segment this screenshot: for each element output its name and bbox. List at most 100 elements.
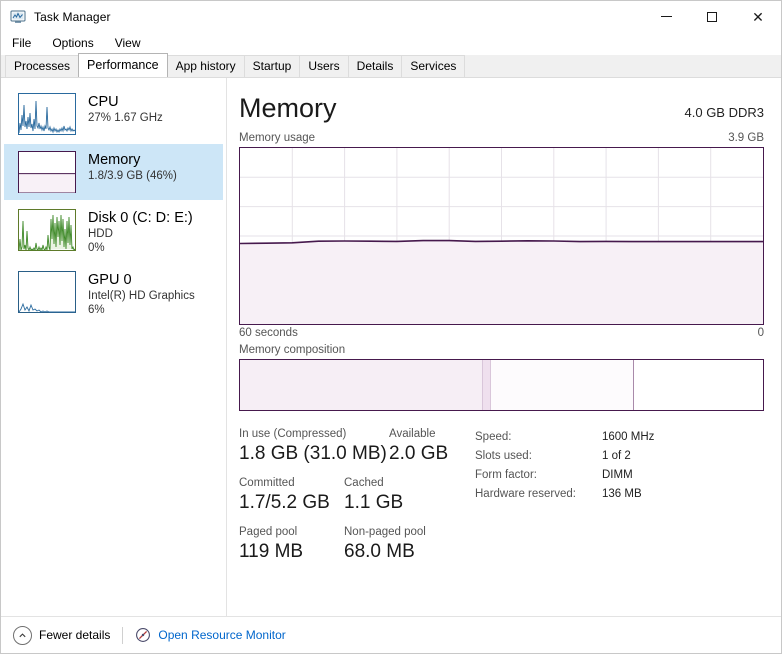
sidebar-item-memory[interactable]: Memory 1.8/3.9 GB (46%) xyxy=(4,144,223,200)
memory-header: Memory 4.0 GB DDR3 xyxy=(239,92,764,124)
stat-paged-pool: Paged pool 119 MB xyxy=(239,525,344,564)
sidebar-gpu-text: GPU 0 Intel(R) HD Graphics 6% xyxy=(88,271,195,317)
tab-startup[interactable]: Startup xyxy=(243,55,301,77)
sidebar-disk-text: Disk 0 (C: D: E:) HDD 0% xyxy=(88,209,193,255)
sidebar-cpu-sub: 27% 1.67 GHz xyxy=(88,112,163,124)
sidebar-disk-title: Disk 0 (C: D: E:) xyxy=(88,210,193,226)
maximize-button[interactable] xyxy=(689,1,735,32)
usage-caption-row: Memory usage 3.9 GB xyxy=(239,132,764,144)
menu-item-file[interactable]: File xyxy=(10,34,40,52)
sidebar-memory-text: Memory 1.8/3.9 GB (46%) xyxy=(88,151,177,183)
spec-hardware-reserved-value: 136 MB xyxy=(601,488,642,500)
close-button[interactable]: ✕ xyxy=(735,1,781,32)
axis-label-right: 0 xyxy=(757,327,764,339)
page-title: Memory xyxy=(239,93,337,123)
stat-cached: Cached 1.1 GB xyxy=(344,476,403,515)
cpu-thumbnail-graph xyxy=(18,93,76,135)
stat-row-in-use-available: In use (Compressed) 1.8 GB (31.0 MB) Ava… xyxy=(239,427,467,466)
fewer-details-button[interactable]: Fewer details xyxy=(13,625,111,645)
stat-row-committed-cached: Committed 1.7/5.2 GB Cached 1.1 GB xyxy=(239,476,467,515)
spec-speed-value: 1600 MHz xyxy=(601,431,655,443)
sidebar-gpu-sub2: 6% xyxy=(88,304,105,316)
memory-composition-bar[interactable] xyxy=(239,359,764,411)
spec-row-slots: Slots used: 1 of 2 xyxy=(475,448,654,467)
sidebar-gpu-sub1: Intel(R) HD Graphics xyxy=(88,290,195,302)
stat-cached-value: 1.1 GB xyxy=(344,492,404,513)
tab-users[interactable]: Users xyxy=(299,55,349,77)
stat-cached-label: Cached xyxy=(344,477,384,489)
sidebar-gpu-title: GPU 0 xyxy=(88,272,132,288)
memory-spec-table: Speed: 1600 MHz Slots used: 1 of 2 Form … xyxy=(475,429,654,505)
memory-statistics: In use (Compressed) 1.8 GB (31.0 MB) Ava… xyxy=(239,427,764,574)
open-resource-monitor-link[interactable]: Open Resource Monitor xyxy=(135,627,286,643)
memory-usage-graph xyxy=(239,147,764,325)
stat-committed: Committed 1.7/5.2 GB xyxy=(239,476,344,515)
tab-app-history[interactable]: App history xyxy=(166,55,245,77)
memory-specs: Speed: 1600 MHz Slots used: 1 of 2 Form … xyxy=(467,427,654,574)
spec-hardware-reserved-label: Hardware reserved: xyxy=(475,488,576,500)
stat-in-use-value: 1.8 GB (31.0 MB) xyxy=(239,443,387,464)
spec-row-form-factor: Form factor: DIMM xyxy=(475,467,654,486)
stat-paged-pool-value: 119 MB xyxy=(239,541,304,562)
memory-usage-max: 3.9 GB xyxy=(728,132,764,144)
sidebar-item-cpu[interactable]: CPU 27% 1.67 GHz xyxy=(4,86,223,142)
sidebar-memory-sub: 1.8/3.9 GB (46%) xyxy=(88,170,177,182)
footer-divider xyxy=(122,626,124,644)
content-area: CPU 27% 1.67 GHz Memory 1.8/3.9 GB (46%) xyxy=(1,78,781,617)
menu-bar: File Options View xyxy=(1,32,781,54)
chevron-up-icon xyxy=(13,625,32,645)
window-controls: ✕ xyxy=(643,1,781,32)
composition-segment-standby[interactable] xyxy=(490,360,635,410)
disk-thumbnail-graph xyxy=(18,209,76,251)
stat-committed-value: 1.7/5.2 GB xyxy=(239,492,330,513)
sidebar-disk-sub2: 0% xyxy=(88,242,105,254)
menu-item-view[interactable]: View xyxy=(113,34,150,52)
spec-row-hardware-reserved: Hardware reserved: 136 MB xyxy=(475,486,654,505)
stat-available: Available 2.0 GB xyxy=(389,427,448,466)
minimize-button[interactable] xyxy=(643,1,689,32)
fewer-details-label: Fewer details xyxy=(39,628,111,642)
composition-segment-free[interactable] xyxy=(634,360,763,410)
resource-monitor-icon xyxy=(135,627,151,643)
sidebar-disk-sub1: HDD xyxy=(88,228,113,240)
sidebar-cpu-title: CPU xyxy=(88,94,119,110)
stat-nonpaged-pool: Non-paged pool 68.0 MB xyxy=(344,525,426,564)
stat-available-label: Available xyxy=(389,428,436,440)
sidebar-item-disk[interactable]: Disk 0 (C: D: E:) HDD 0% xyxy=(4,202,223,262)
spec-slots-value: 1 of 2 xyxy=(601,450,631,462)
composition-segment-in-use[interactable] xyxy=(240,360,482,410)
tab-processes[interactable]: Processes xyxy=(5,55,80,77)
stat-in-use-label: In use (Compressed) xyxy=(239,428,347,440)
memory-stats-left: In use (Compressed) 1.8 GB (31.0 MB) Ava… xyxy=(239,427,467,574)
stat-committed-label: Committed xyxy=(239,477,295,489)
tab-strip: Processes Performance App history Startu… xyxy=(1,53,781,78)
window-title: Task Manager xyxy=(34,9,111,24)
composition-segment-modified[interactable] xyxy=(481,360,491,410)
tab-details[interactable]: Details xyxy=(347,55,403,77)
sidebar-cpu-text: CPU 27% 1.67 GHz xyxy=(88,93,163,125)
memory-composition-label: Memory composition xyxy=(239,344,346,356)
memory-detail-panel: Memory 4.0 GB DDR3 Memory usage 3.9 GB 6… xyxy=(227,78,781,617)
menu-item-options[interactable]: Options xyxy=(50,34,102,52)
resource-monitor-label: Open Resource Monitor xyxy=(158,628,286,642)
spec-form-factor-value: DIMM xyxy=(601,469,633,481)
tab-services[interactable]: Services xyxy=(401,55,466,77)
title-bar: Task Manager ✕ xyxy=(1,1,781,32)
spec-slots-label: Slots used: xyxy=(475,450,532,462)
sidebar-item-gpu[interactable]: GPU 0 Intel(R) HD Graphics 6% xyxy=(4,264,223,324)
task-manager-icon xyxy=(10,9,26,25)
memory-thumbnail-graph xyxy=(18,151,76,193)
sidebar-memory-title: Memory xyxy=(88,152,141,168)
spec-row-speed: Speed: 1600 MHz xyxy=(475,429,654,448)
gpu-thumbnail-graph xyxy=(18,271,76,313)
axis-label-left: 60 seconds xyxy=(239,327,298,339)
tab-performance[interactable]: Performance xyxy=(78,53,168,77)
stat-nonpaged-pool-label: Non-paged pool xyxy=(344,526,426,538)
status-bar: Fewer details Open Resource Monitor xyxy=(1,616,781,653)
stat-row-paged-nonpaged: Paged pool 119 MB Non-paged pool 68.0 MB xyxy=(239,525,467,564)
memory-usage-label: Memory usage xyxy=(239,132,316,144)
resource-sidebar: CPU 27% 1.67 GHz Memory 1.8/3.9 GB (46%) xyxy=(1,78,227,617)
spec-speed-label: Speed: xyxy=(475,431,512,443)
graph-axis-row: 60 seconds 0 xyxy=(239,327,764,339)
task-manager-window: Task Manager ✕ File Options View Process… xyxy=(0,0,782,654)
